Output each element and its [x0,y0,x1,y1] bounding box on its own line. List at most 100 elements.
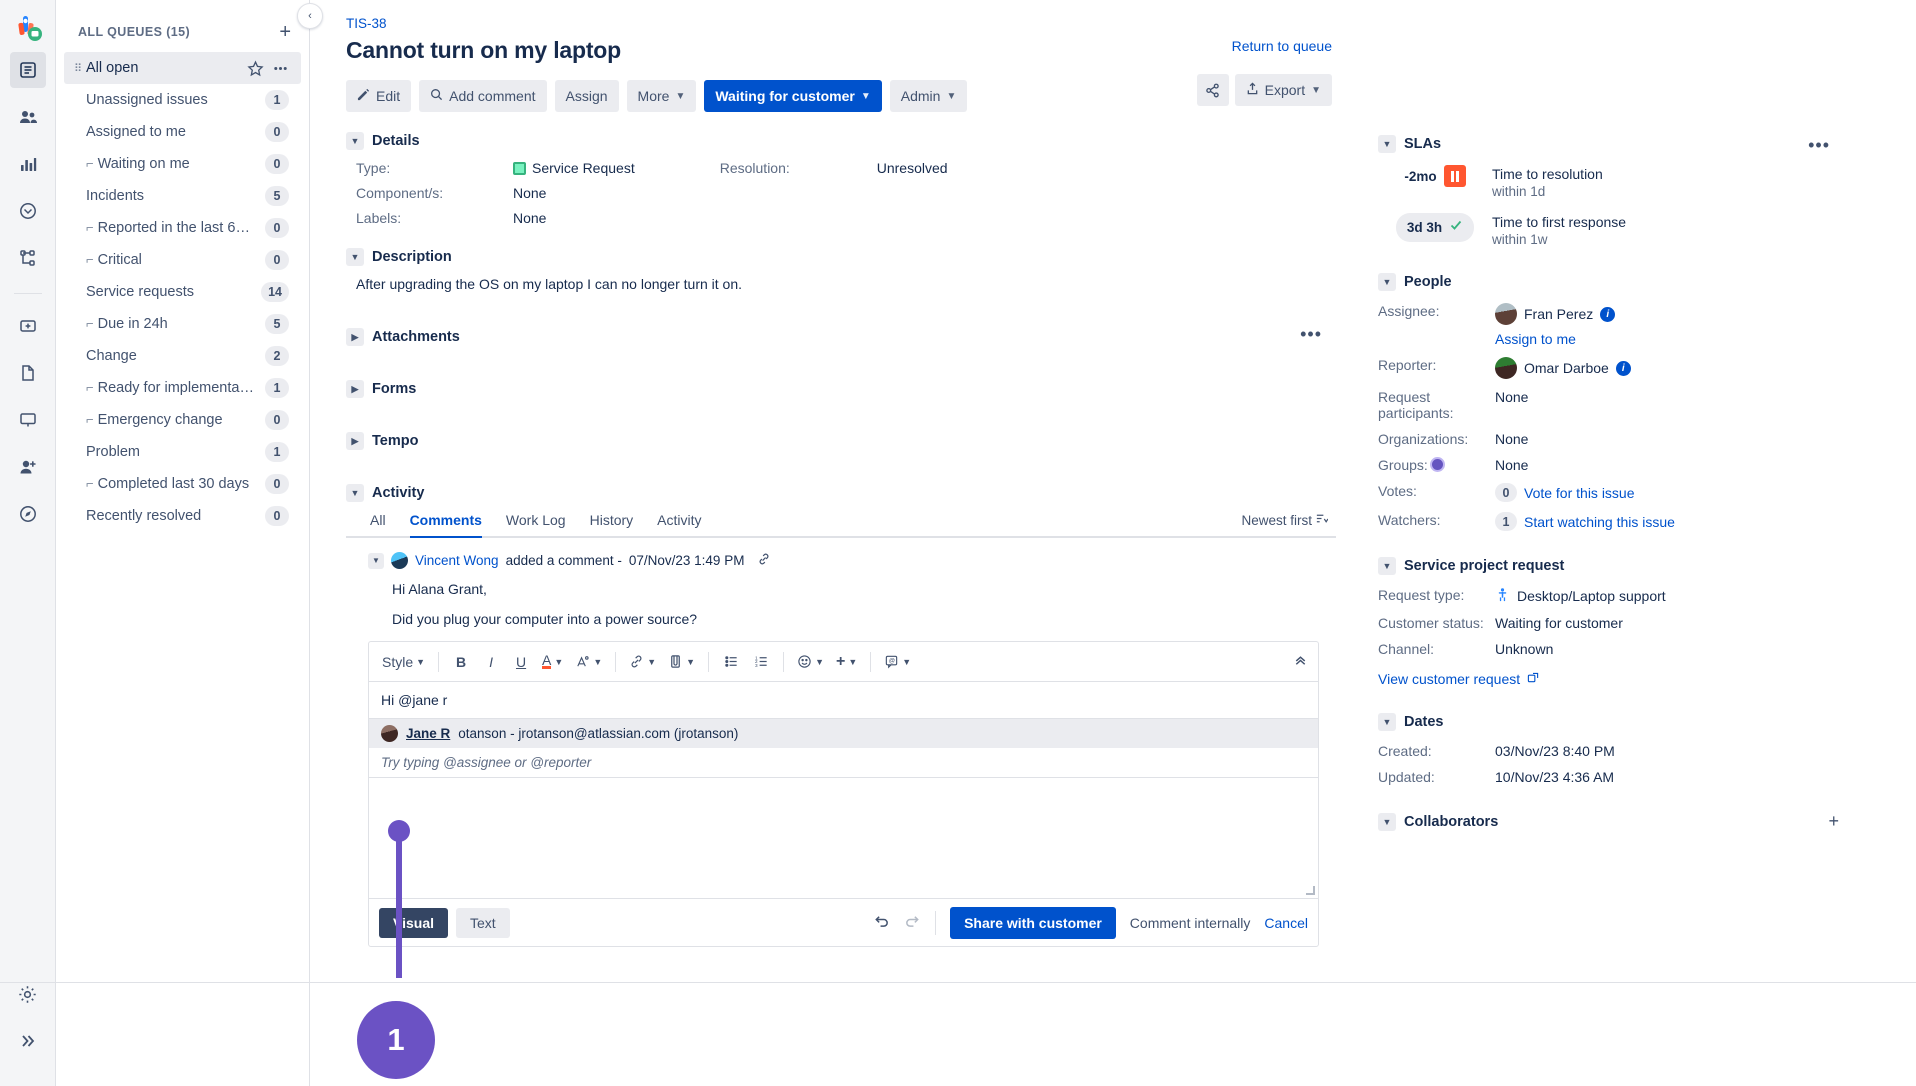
jira-service-management-logo[interactable] [11,10,45,44]
rail-item-invite-team[interactable] [10,449,46,485]
chevron-up-double-icon[interactable] [1293,653,1308,671]
chevron-right-icon[interactable]: ▶ [346,328,364,346]
add-queue-icon[interactable]: + [279,22,291,42]
chevron-down-icon[interactable]: ▼ [1378,557,1396,575]
dates-section-header[interactable]: ▼ Dates [1378,713,1892,731]
rail-item-customers[interactable] [10,99,46,135]
insert-more-icon[interactable]: + ▼ [831,648,862,676]
chevron-down-icon[interactable]: ▼ [346,484,364,502]
tab-history[interactable]: History [590,512,634,536]
numbered-list-icon[interactable]: 1 2 3 [747,648,775,676]
share-icon[interactable] [1196,74,1229,106]
text-mode-button[interactable]: Text [456,907,510,938]
status-dropdown-button[interactable]: Waiting for customer ▼ [704,80,882,112]
slas-more-icon[interactable]: ••• [1808,135,1830,156]
chevron-down-icon[interactable]: ▼ [1378,813,1396,831]
share-with-customer-button[interactable]: Share with customer [950,906,1116,939]
chevron-right-icon[interactable]: ▶ [346,380,364,398]
sidebar-item-waiting-on-me[interactable]: ⌐ Waiting on me 0 [64,148,301,180]
details-section-header[interactable]: ▼ Details [346,132,1336,150]
sidebar-item-ready-for-implementation[interactable]: ⌐ Ready for implementation 1 [64,372,301,404]
chevron-down-icon[interactable]: ▼ [346,248,364,266]
tab-work-log[interactable]: Work Log [506,512,566,536]
tempo-section-header[interactable]: ▶ Tempo [346,432,1336,450]
text-effects-icon[interactable]: ▼ [570,648,607,676]
rail-item-queues[interactable] [9,52,46,88]
collapse-sidebar-button[interactable]: ‹ [297,3,323,29]
more-button[interactable]: More ▼ [626,80,697,112]
assign-to-me-link[interactable]: Assign to me [1495,331,1892,347]
tab-comments[interactable]: Comments [409,512,483,538]
rail-item-add-form[interactable] [10,308,46,344]
resize-handle[interactable] [1306,886,1315,895]
link-icon[interactable]: ▼ [624,648,661,676]
export-button[interactable]: Export ▼ [1234,74,1332,106]
italic-icon[interactable]: I [477,648,505,676]
sort-order-control[interactable]: Newest first [1241,512,1329,528]
add-comment-button[interactable]: Add comment [419,80,547,112]
vote-for-issue-link[interactable]: Vote for this issue [1524,485,1635,501]
sidebar-item-assigned-to-me[interactable]: Assigned to me 0 [64,116,301,148]
sidebar-item-recently-resolved[interactable]: Recently resolved 0 [64,500,301,532]
comment-internally-button[interactable]: Comment internally [1130,915,1251,931]
tab-all[interactable]: All [370,512,386,536]
text-color-icon[interactable]: A ▼ [537,648,568,676]
breadcrumb-issue-key[interactable]: TIS-38 [346,16,1336,31]
redo-icon[interactable] [904,912,921,933]
mention-option-jane-rotanson[interactable]: Jane R otanson - jrotanson@atlassian.com … [369,719,1318,748]
chevron-down-icon[interactable]: ▼ [1378,713,1396,731]
link-icon[interactable] [757,552,771,569]
avatar[interactable] [1495,357,1517,379]
rail-item-reports[interactable] [10,146,46,182]
chevron-down-icon[interactable]: ▼ [1378,135,1396,153]
tab-activity[interactable]: Activity [657,512,701,536]
sidebar-item-unassigned-issues[interactable]: Unassigned issues 1 [64,84,301,116]
add-collaborator-icon[interactable]: + [1828,811,1839,832]
assign-button[interactable]: Assign [554,80,619,112]
info-icon[interactable]: i [1600,306,1616,322]
description-section-header[interactable]: ▼ Description [346,248,1336,266]
admin-button[interactable]: Admin ▼ [889,80,968,112]
emoji-icon[interactable]: ▼ [792,648,829,676]
sidebar-item-problem[interactable]: Problem 1 [64,436,301,468]
attachment-icon[interactable]: ▼ [663,648,700,676]
people-section-header[interactable]: ▼ People [1378,273,1892,291]
view-customer-request-link[interactable]: View customer request [1378,671,1520,687]
rail-item-assets[interactable] [10,402,46,438]
sidebar-item-completed-last-30-days[interactable]: ⌐ Completed last 30 days 0 [64,468,301,500]
underline-icon[interactable]: U [507,648,535,676]
chevron-right-icon[interactable]: ▶ [346,432,364,450]
forms-section-header[interactable]: ▶ Forms [346,380,1336,398]
sidebar-item-all-open[interactable]: ⠿ All open [64,52,301,84]
chevron-down-icon[interactable]: ▼ [346,132,364,150]
queue-more-icon[interactable] [272,60,289,77]
edit-button[interactable]: Edit [346,80,412,112]
sidebar-item-incidents[interactable]: Incidents 5 [64,180,301,212]
sidebar-item-emergency-change[interactable]: ⌐ Emergency change 0 [64,404,301,436]
cancel-button[interactable]: Cancel [1264,915,1308,931]
undo-icon[interactable] [873,912,890,933]
sidebar-item-change[interactable]: Change 2 [64,340,301,372]
rail-item-sla-clock[interactable] [10,193,46,229]
comment-input-area[interactable] [369,778,1318,898]
sidebar-item-reported-last-60[interactable]: ⌐ Reported in the last 60 ... 0 [64,212,301,244]
collaborators-section-header[interactable]: ▼ Collaborators [1378,813,1892,831]
rail-item-workflow[interactable] [10,240,46,276]
rail-item-knowledge-base[interactable] [10,355,46,391]
visual-mode-button[interactable]: Visual [379,907,448,938]
start-watching-link[interactable]: Start watching this issue [1524,514,1675,530]
style-dropdown[interactable]: Style ▼ [377,648,430,676]
service-project-request-header[interactable]: ▼ Service project request [1378,557,1892,575]
sidebar-item-critical[interactable]: ⌐ Critical 0 [64,244,301,276]
bullet-list-icon[interactable] [717,648,745,676]
attachments-section-header[interactable]: ▶ Attachments [346,328,1336,346]
star-icon[interactable] [247,59,264,77]
mention-icon[interactable]: @ ▼ [879,648,916,676]
attachments-more-icon[interactable]: ••• [1300,324,1322,345]
comment-author-link[interactable]: Vincent Wong [415,553,499,568]
return-to-queue-link[interactable]: Return to queue [1232,38,1332,54]
chevron-down-icon[interactable]: ▼ [1378,273,1396,291]
drag-handle-icon[interactable]: ⠿ [74,62,82,75]
info-icon[interactable]: i [1615,360,1631,376]
double-chevron-right-icon[interactable] [10,1023,46,1059]
